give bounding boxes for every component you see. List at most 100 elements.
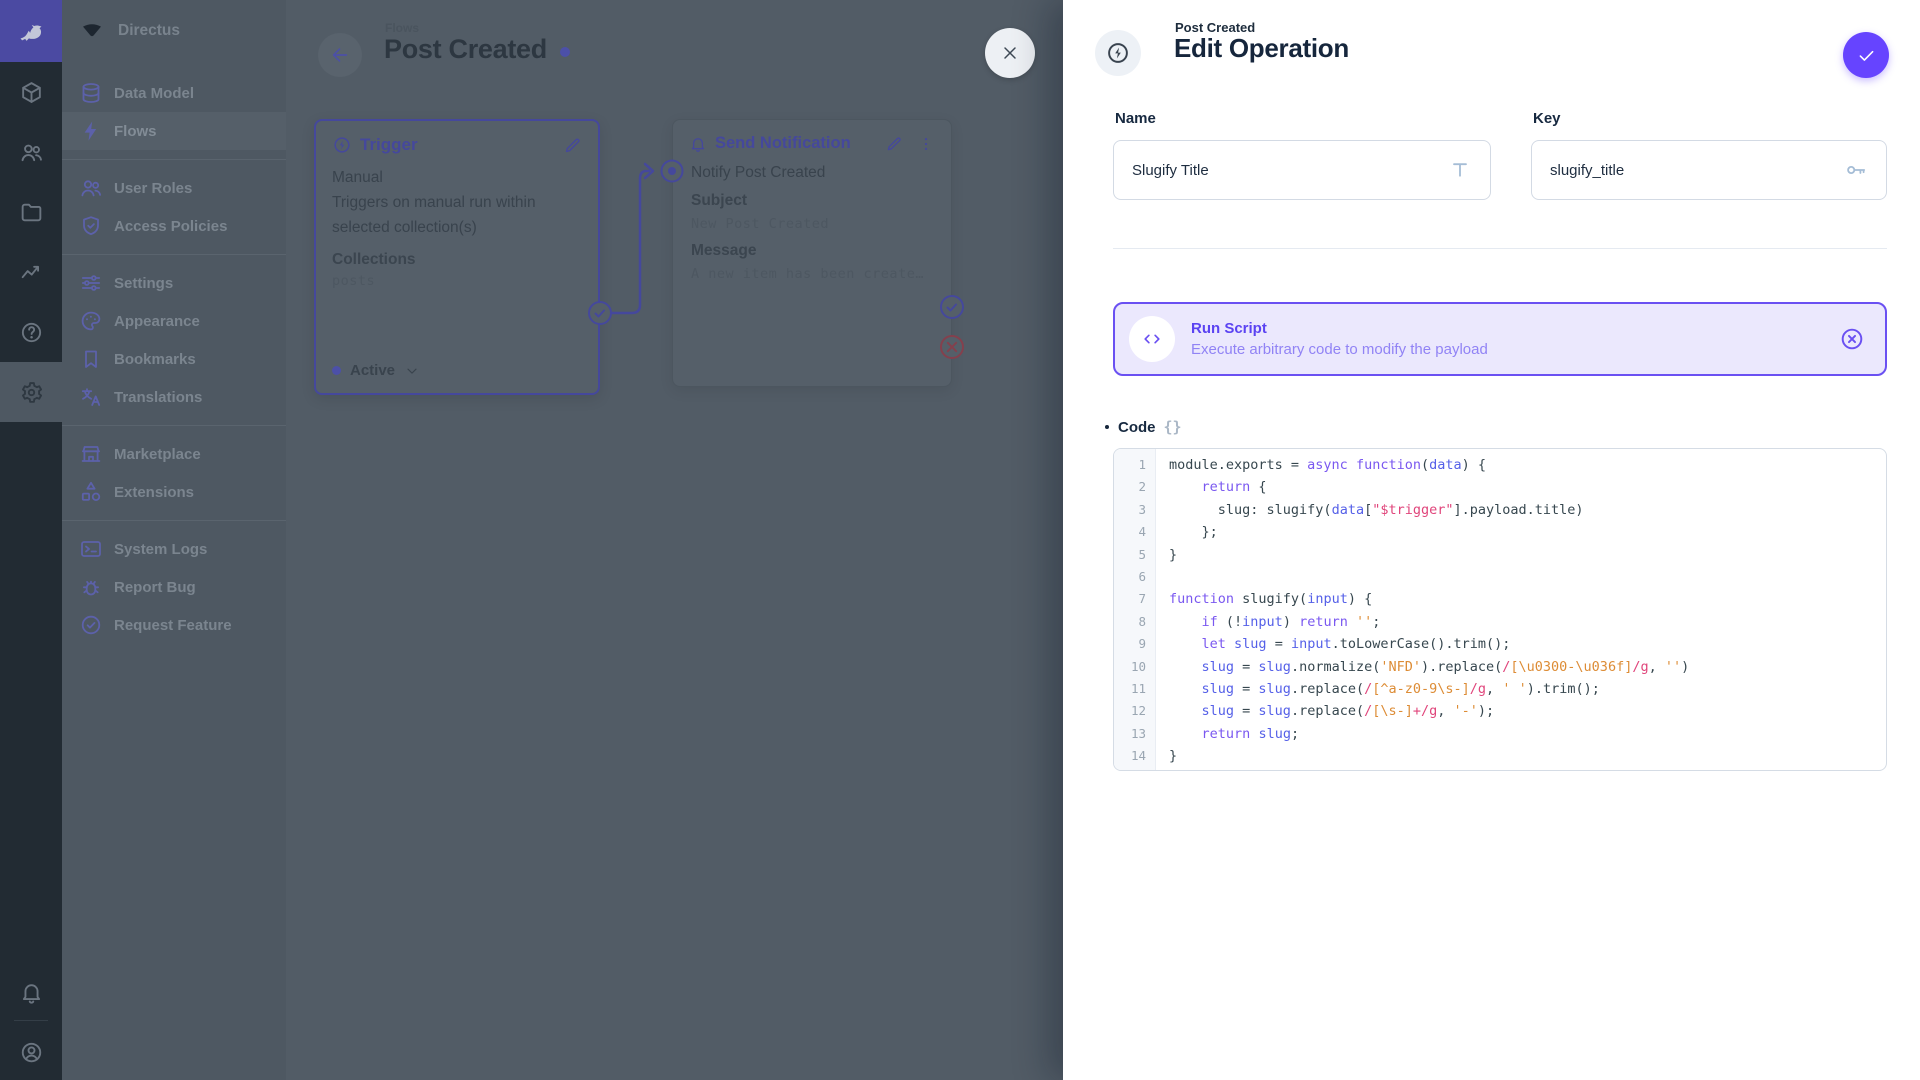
code-line: return slug; [1169, 723, 1886, 745]
code-line: slug = slug.replace(/[^a-z0-9\s-]/g, ' '… [1169, 678, 1886, 700]
run-script-card[interactable]: Run Script Execute arbitrary code to mod… [1113, 302, 1887, 376]
rabbit-logo-icon [14, 14, 48, 48]
sidebar-item-system-logs[interactable]: System Logs [62, 530, 286, 568]
module-item-user-menu[interactable] [0, 1022, 62, 1080]
section-divider [1113, 248, 1887, 249]
sidebar-item-label: Access Policies [114, 218, 227, 235]
sidebar-item-user-roles[interactable]: User Roles [62, 169, 286, 207]
bolt-circle-icon [332, 135, 352, 155]
code-icon [1141, 328, 1163, 350]
sidebar-item-label: Flows [114, 123, 157, 140]
arrow-head-icon [645, 164, 653, 178]
line-number: 7 [1114, 588, 1155, 610]
drawer-close-button[interactable] [985, 28, 1035, 78]
code-line: function slugify(input) { [1169, 588, 1886, 610]
sidebar-item-label: Data Model [114, 85, 194, 102]
flow-status-dot [560, 47, 570, 57]
required-indicator [1105, 425, 1109, 429]
module-item-documentation[interactable] [0, 302, 62, 362]
sidebar-item-access-policies[interactable]: Access Policies [62, 207, 286, 245]
sidebar-item-settings[interactable]: Settings [62, 264, 286, 302]
edit-pencil-icon[interactable] [885, 135, 903, 153]
collections-value: posts [332, 273, 582, 289]
line-number: 4 [1114, 521, 1155, 543]
message-label: Message [691, 239, 935, 263]
code-line: } [1169, 544, 1886, 566]
sidebar-item-data-model[interactable]: Data Model [62, 74, 286, 112]
line-number: 1 [1114, 454, 1155, 476]
avatar-icon [19, 1040, 44, 1065]
sidebar-item-request-feature[interactable]: Request Feature [62, 606, 286, 644]
app-window: Directus Data Model Flows User Roles Acc… [0, 0, 1920, 1080]
sidebar-item-label: Request Feature [114, 617, 232, 634]
key-icon [1844, 158, 1868, 182]
sidebar-item-bookmarks[interactable]: Bookmarks [62, 340, 286, 378]
breadcrumb[interactable]: Flows [385, 21, 419, 35]
chevron-down-icon [404, 363, 420, 379]
users-icon [19, 140, 44, 165]
folder-icon [19, 200, 44, 225]
key-input[interactable] [1550, 162, 1844, 179]
line-number: 9 [1114, 633, 1155, 655]
shield-icon [79, 214, 103, 238]
users-icon [79, 176, 103, 200]
page-title: Post Created [384, 34, 547, 65]
deselect-circle-x-icon[interactable] [1839, 326, 1865, 352]
database-icon [79, 81, 103, 105]
operation-type-button[interactable] [1095, 30, 1141, 76]
operation-panel-title: Send Notification [715, 134, 851, 153]
sidebar-item-label: Bookmarks [114, 351, 196, 368]
edit-operation-drawer: Post Created Edit Operation Name Key Run… [1063, 0, 1920, 1080]
line-number: 14 [1114, 745, 1155, 767]
operation-panel-send-notification[interactable]: Send Notification Notify Post Created Su… [672, 119, 952, 387]
sidebar-item-label: System Logs [114, 541, 207, 558]
code-line: module.exports = async function(data) { [1169, 454, 1886, 476]
sidebar-item-appearance[interactable]: Appearance [62, 302, 286, 340]
bell-icon [19, 980, 44, 1005]
more-options-icon[interactable] [917, 135, 935, 153]
code-line: slug = slug.normalize('NFD').replace(/[\… [1169, 656, 1886, 678]
module-item-content[interactable] [0, 62, 62, 122]
flow-status-toggle[interactable]: Active [332, 362, 420, 379]
run-script-subtitle: Execute arbitrary code to modify the pay… [1191, 339, 1488, 360]
edit-pencil-icon[interactable] [563, 136, 582, 155]
name-input[interactable] [1132, 162, 1448, 179]
line-number: 10 [1114, 656, 1155, 678]
check-icon [1856, 45, 1877, 66]
project-header[interactable]: Directus [62, 0, 286, 62]
code-line [1169, 566, 1886, 588]
collections-label: Collections [332, 251, 582, 269]
module-item-notifications[interactable] [0, 962, 62, 1022]
palette-icon [79, 309, 103, 333]
module-list [0, 62, 62, 422]
back-button[interactable] [318, 33, 362, 77]
code-line: if (!input) return ''; [1169, 611, 1886, 633]
sidebar-item-label: User Roles [114, 180, 192, 197]
code-field-header: Code {} [1105, 418, 1182, 436]
trigger-panel-title: Trigger [360, 135, 418, 155]
sidebar-item-flows[interactable]: Flows [62, 112, 286, 150]
sidebar-item-translations[interactable]: Translations [62, 378, 286, 416]
module-item-insights[interactable] [0, 242, 62, 302]
project-title: Directus [118, 22, 180, 40]
save-button[interactable] [1843, 32, 1889, 78]
module-item-user-directory[interactable] [0, 122, 62, 182]
directus-logo[interactable] [0, 0, 62, 62]
module-item-settings[interactable] [0, 362, 62, 422]
flow-canvas: Flows Post Created Trigger Manual Trigge… [286, 0, 1063, 1080]
code-line: slug = slug.replace(/[\s-]+/g, '-'); [1169, 700, 1886, 722]
line-number: 11 [1114, 678, 1155, 700]
bolt-icon [79, 119, 103, 143]
title-format-icon [1448, 158, 1472, 182]
name-field-label: Name [1115, 110, 1156, 127]
code-editor[interactable]: 1234567891011121314 module.exports = asy… [1113, 448, 1887, 771]
box-icon [19, 80, 44, 105]
sidebar-item-extensions[interactable]: Extensions [62, 473, 286, 511]
trigger-panel[interactable]: Trigger Manual Triggers on manual run wi… [314, 119, 600, 395]
sidebar-item-report-bug[interactable]: Report Bug [62, 568, 286, 606]
sidebar-item-marketplace[interactable]: Marketplace [62, 435, 286, 473]
sidebar-item-label: Report Bug [114, 579, 196, 596]
line-number: 3 [1114, 499, 1155, 521]
operation-name: Notify Post Created [691, 161, 935, 185]
module-item-files[interactable] [0, 182, 62, 242]
